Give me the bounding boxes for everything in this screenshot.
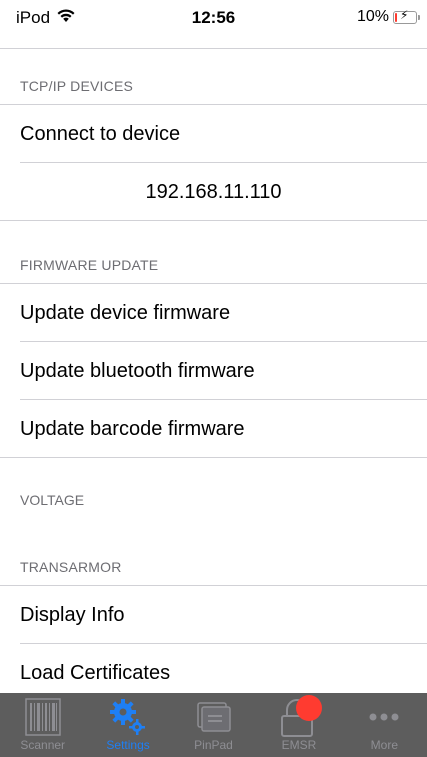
lock-icon	[274, 695, 324, 737]
section-header-voltage: VOLTAGE	[0, 458, 427, 520]
tab-label-scanner: Scanner	[20, 738, 66, 752]
update-barcode-firmware-row[interactable]: Update barcode firmware	[0, 400, 427, 458]
tab-label-pinpad: PinPad	[194, 738, 233, 752]
tab-pinpad[interactable]: PinPad	[171, 693, 256, 757]
tab-label-emsr: EMSR	[281, 738, 317, 752]
pinpad-icon	[189, 697, 239, 737]
tab-label-settings: Settings	[106, 738, 150, 752]
tab-bar: Scanner Settings PinPad EMSR More	[0, 693, 427, 757]
section-header-tcpip: TCP/IP DEVICES	[0, 49, 427, 105]
section-header-firmware: FIRMWARE UPDATE	[0, 221, 427, 284]
load-certificates-row[interactable]: Load Certificates	[0, 644, 427, 693]
update-bluetooth-firmware-row[interactable]: Update bluetooth firmware	[0, 342, 427, 400]
gears-icon	[103, 697, 153, 737]
tab-label-more: More	[370, 738, 398, 752]
status-bar: iPod 12:56 10% ⚡	[0, 0, 427, 40]
battery-fill	[395, 12, 397, 22]
top-divider	[0, 40, 427, 49]
barcode-icon	[18, 697, 68, 737]
connect-to-device-row[interactable]: Connect to device	[0, 105, 427, 163]
update-device-firmware-row[interactable]: Update device firmware	[0, 284, 427, 342]
battery-cap	[418, 14, 420, 20]
settings-list[interactable]: TCP/IP DEVICES Connect to device 192.168…	[0, 40, 427, 693]
status-right: 10% ⚡	[356, 7, 420, 26]
notification-badge	[295, 695, 322, 721]
section-header-transarmor: TRANSARMOR	[0, 520, 427, 586]
tab-emsr[interactable]: EMSR	[256, 693, 341, 757]
ellipsis-icon	[359, 697, 409, 737]
tab-scanner[interactable]: Scanner	[0, 693, 85, 757]
battery-icon: ⚡	[393, 7, 420, 24]
tab-more[interactable]: More	[342, 693, 427, 757]
display-info-row[interactable]: Display Info	[0, 586, 427, 644]
tab-settings[interactable]: Settings	[85, 693, 170, 757]
device-ip-row[interactable]: 192.168.11.110	[0, 163, 427, 221]
battery-percent: 10%	[356, 8, 389, 25]
bolt-icon: ⚡	[400, 7, 409, 22]
